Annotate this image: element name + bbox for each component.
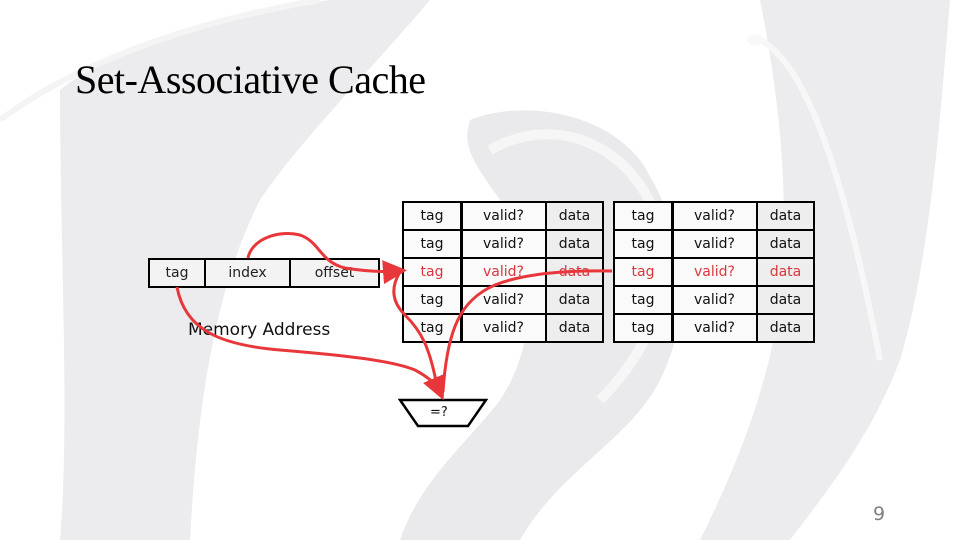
watermark-wing-joint [747, 34, 763, 46]
cache-way-1-row-2-valid-cell: valid? [673, 259, 756, 285]
cache-way-1-row-2-tag-cell: tag [615, 259, 671, 285]
cache-way-1-row-3-valid-cell: valid? [673, 287, 756, 313]
slide-title: Set-Associative Cache [75, 57, 426, 102]
cache-way-0-row-3-data-cell: data [547, 287, 602, 313]
cache-way-1: tag valid? data tag valid? data tag valid? data t… [613, 201, 815, 343]
cache-way-0: tag valid? data tag valid? data tag valid? data t… [402, 201, 604, 343]
address-field-index: index [206, 260, 291, 286]
cache-way-0-row-0-data-cell: data [547, 203, 602, 229]
cache-way-0-row-0-valid-cell: valid? [462, 203, 545, 229]
cache-way-0-row-2-valid-cell: valid? [462, 259, 545, 285]
comparator-label: =? [430, 405, 448, 420]
cache-way-1-row-3-tag-cell: tag [615, 287, 671, 313]
cache-way-1-row-1-valid-cell: valid? [673, 231, 756, 257]
cache-way-0-row-4-valid-cell: valid? [462, 315, 545, 341]
cache-way-0-row-2-data-cell: data [547, 259, 602, 285]
cache-way-1-row-0-tag-cell: tag [615, 203, 671, 229]
memory-address-fields: tag index offset [148, 258, 380, 288]
cache-way-0-row-4-data-cell: data [547, 315, 602, 341]
address-field-offset: offset [314, 265, 355, 281]
cache-way-0-row-4-tag-cell: tag [404, 315, 460, 341]
cache-way-0-row-2-tag-cell: tag [404, 259, 460, 285]
cache-way-0-row-1-valid-cell: valid? [462, 231, 545, 257]
cache-way-1-row-4-tag-cell: tag [615, 315, 671, 341]
cache-way-1-row-4-data-cell: data [758, 315, 813, 341]
cache-way-1-row-2-data-cell: data [758, 259, 813, 285]
cache-way-0-row-1-data-cell: data [547, 231, 602, 257]
cache-way-0-row-1-tag-cell: tag [404, 231, 460, 257]
memory-address-label: Memory Address [188, 320, 331, 340]
cache-way-1-row-0-data-cell: data [758, 203, 813, 229]
cache-way-1-row-0-valid-cell: valid? [673, 203, 756, 229]
cache-way-1-row-1-tag-cell: tag [615, 231, 671, 257]
cache-way-0-row-3-valid-cell: valid? [462, 287, 545, 313]
address-field-tag: tag [150, 260, 206, 286]
cache-way-1-row-4-valid-cell: valid? [673, 315, 756, 341]
cache-way-1-row-3-data-cell: data [758, 287, 813, 313]
page-number: 9 [873, 503, 886, 525]
cache-way-1-row-1-data-cell: data [758, 231, 813, 257]
cache-way-0-row-0-tag-cell: tag [404, 203, 460, 229]
cache-way-0-row-3-tag-cell: tag [404, 287, 460, 313]
